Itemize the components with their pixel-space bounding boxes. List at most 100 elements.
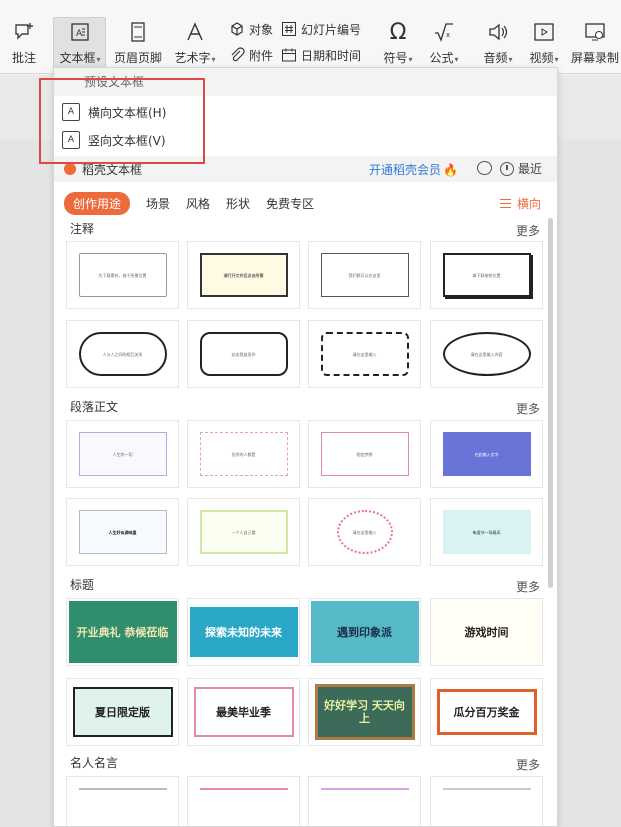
textbox-label: 文本框 bbox=[59, 51, 96, 65]
template-card[interactable]: 游戏时间 bbox=[430, 598, 543, 666]
preset-section-header: 预设文本框 bbox=[54, 68, 557, 96]
template-card[interactable]: 站出我放身作 bbox=[187, 320, 300, 388]
vip-link[interactable]: 开通稻壳会员 🔥 bbox=[369, 161, 458, 178]
template-card[interactable]: 人生好似调味盘 bbox=[66, 498, 179, 566]
chevron-down-icon: ▾ bbox=[211, 55, 216, 64]
symbol-label: 符号 bbox=[383, 51, 408, 65]
template-card[interactable]: 瓜分百万奖金 bbox=[430, 678, 543, 746]
chat-icon[interactable] bbox=[477, 161, 492, 175]
video-label: 视频 bbox=[529, 51, 554, 65]
template-card[interactable]: 人与人之间的相互关系 bbox=[66, 320, 179, 388]
video-button[interactable]: 视频▾ bbox=[524, 18, 564, 66]
wordart-icon bbox=[181, 18, 209, 46]
slide-number-button[interactable]: 幻灯片编号 bbox=[280, 20, 361, 38]
template-card[interactable]: 在此输入文字 bbox=[430, 420, 543, 488]
template-card[interactable]: 每逢节一场春风 bbox=[430, 498, 543, 566]
speaker-icon bbox=[484, 18, 512, 46]
object-label: 对象 bbox=[249, 22, 274, 37]
horizontal-textbox-label: 横向文本框(H) bbox=[88, 105, 167, 120]
template-card[interactable]: 一个人自己看 bbox=[187, 498, 300, 566]
comment-label: 批注 bbox=[11, 51, 36, 65]
textbox-button[interactable]: A 文本框▾ bbox=[55, 18, 105, 66]
textbox-dropdown-panel: 预设文本框 A 横向文本框(H) A 竖向文本框(V) 稻壳文本框 开通稻壳会员… bbox=[53, 67, 558, 827]
vertical-textbox-label: 竖向文本框(V) bbox=[88, 133, 166, 148]
template-card[interactable] bbox=[66, 776, 179, 826]
more-link[interactable]: 更多 bbox=[516, 222, 540, 239]
template-card[interactable]: 人生的一切 bbox=[66, 420, 179, 488]
category-title: 注释 bbox=[70, 222, 95, 236]
template-card[interactable]: 开业典礼 恭候莅临 bbox=[66, 598, 179, 666]
vertical-textbox-item[interactable]: A 竖向文本框(V) bbox=[62, 126, 166, 154]
attachment-button[interactable]: 附件 bbox=[228, 46, 273, 64]
calendar-icon bbox=[280, 46, 298, 64]
template-card[interactable] bbox=[308, 776, 421, 826]
video-icon bbox=[530, 18, 558, 46]
template-card[interactable]: 请打开文件后点击所需 bbox=[187, 241, 300, 309]
slide-number-label: 幻灯片编号 bbox=[301, 22, 362, 37]
panel-scrollbar[interactable] bbox=[548, 218, 553, 588]
omega-icon: Ω bbox=[389, 19, 407, 45]
textbox-icon: A bbox=[66, 18, 94, 46]
docer-header-bar: 稻壳文本框 开通稻壳会员 🔥 最近 bbox=[54, 156, 557, 182]
header-footer-icon bbox=[124, 18, 152, 46]
clock-icon bbox=[500, 161, 514, 176]
category-title: 名人名言 bbox=[70, 756, 119, 770]
more-link[interactable]: 更多 bbox=[516, 756, 540, 773]
datetime-button[interactable]: 日期和时间 bbox=[280, 46, 361, 64]
chevron-down-icon: ▾ bbox=[554, 55, 559, 64]
paperclip-icon bbox=[228, 46, 246, 64]
template-card[interactable]: 夏日限定版 bbox=[66, 678, 179, 746]
tab-creative-use[interactable]: 创作用途 bbox=[64, 191, 131, 215]
tab-scene[interactable]: 场景 bbox=[146, 195, 170, 212]
object-icon bbox=[228, 20, 246, 38]
screen-record-button[interactable]: 屏幕录制 bbox=[570, 18, 620, 66]
recent-button[interactable]: 最近 bbox=[500, 160, 542, 177]
category-notes: 注释 更多 bbox=[70, 220, 540, 238]
template-card[interactable]: 请在这里输入 bbox=[308, 498, 421, 566]
horizontal-textbox-item[interactable]: A 横向文本框(H) bbox=[62, 98, 166, 126]
template-card[interactable]: 请在这里输入内容 bbox=[430, 320, 543, 388]
comment-icon bbox=[10, 18, 38, 46]
symbol-button[interactable]: Ω 符号▾ bbox=[378, 18, 418, 66]
template-card[interactable]: 优秀的人都是 bbox=[187, 420, 300, 488]
template-card[interactable] bbox=[187, 776, 300, 826]
more-link[interactable]: 更多 bbox=[516, 400, 540, 417]
template-card[interactable]: 遇到印象派 bbox=[308, 598, 421, 666]
chevron-down-icon: ▾ bbox=[508, 55, 513, 64]
chevron-down-icon: ▾ bbox=[454, 55, 459, 64]
screen-record-label: 屏幕录制 bbox=[570, 51, 619, 65]
template-card[interactable]: 好好学习 天天向上 bbox=[308, 678, 421, 746]
category-paragraph: 段落正文 更多 bbox=[70, 398, 540, 416]
template-card[interactable]: 拿下联缩排位置 bbox=[430, 241, 543, 309]
chevron-down-icon: ▾ bbox=[96, 55, 101, 64]
chevron-down-icon: ▾ bbox=[408, 55, 413, 64]
comment-button[interactable]: 批注 bbox=[8, 18, 40, 66]
wordart-button[interactable]: 艺术字▾ bbox=[170, 18, 220, 66]
datetime-label: 日期和时间 bbox=[301, 48, 362, 63]
tab-shape[interactable]: 形状 bbox=[226, 195, 250, 212]
category-quotes: 名人名言 更多 bbox=[70, 754, 540, 772]
object-button[interactable]: 对象 bbox=[228, 20, 273, 38]
svg-text:x: x bbox=[446, 31, 450, 39]
template-card[interactable]: 请在这里输入 bbox=[308, 320, 421, 388]
tab-style[interactable]: 风格 bbox=[186, 195, 210, 212]
vertical-textbox-icon: A bbox=[62, 131, 80, 149]
template-card[interactable] bbox=[430, 776, 543, 826]
category-tabs: 创作用途 场景 风格 形状 免费专区 bbox=[64, 191, 330, 215]
more-link[interactable]: 更多 bbox=[516, 578, 540, 595]
formula-button[interactable]: x 公式▾ bbox=[424, 18, 464, 66]
template-card[interactable]: 探索未知的未来 bbox=[187, 598, 300, 666]
header-footer-button[interactable]: 页眉页脚 bbox=[113, 18, 163, 66]
template-card[interactable]: 先下载素材，拖于所需位置 bbox=[66, 241, 179, 309]
audio-button[interactable]: 音频▾ bbox=[478, 18, 518, 66]
flame-icon: 🔥 bbox=[443, 163, 458, 177]
horizontal-textbox-icon: A bbox=[62, 103, 80, 121]
category-title: 标题 bbox=[70, 578, 95, 592]
template-card[interactable]: 相信梦想 bbox=[308, 420, 421, 488]
category-title-section: 标题 更多 bbox=[70, 576, 540, 594]
tab-free[interactable]: 免费专区 bbox=[266, 195, 314, 212]
orientation-toggle[interactable]: 横向 bbox=[500, 195, 541, 212]
template-card[interactable]: 我们都可以在这里 bbox=[308, 241, 421, 309]
template-card[interactable]: 最美毕业季 bbox=[187, 678, 300, 746]
ribbon: 批注 A 文本框▾ 页眉页脚 艺术字▾ 对象 幻灯片编号 附件 日期和时间 Ω … bbox=[0, 0, 621, 74]
